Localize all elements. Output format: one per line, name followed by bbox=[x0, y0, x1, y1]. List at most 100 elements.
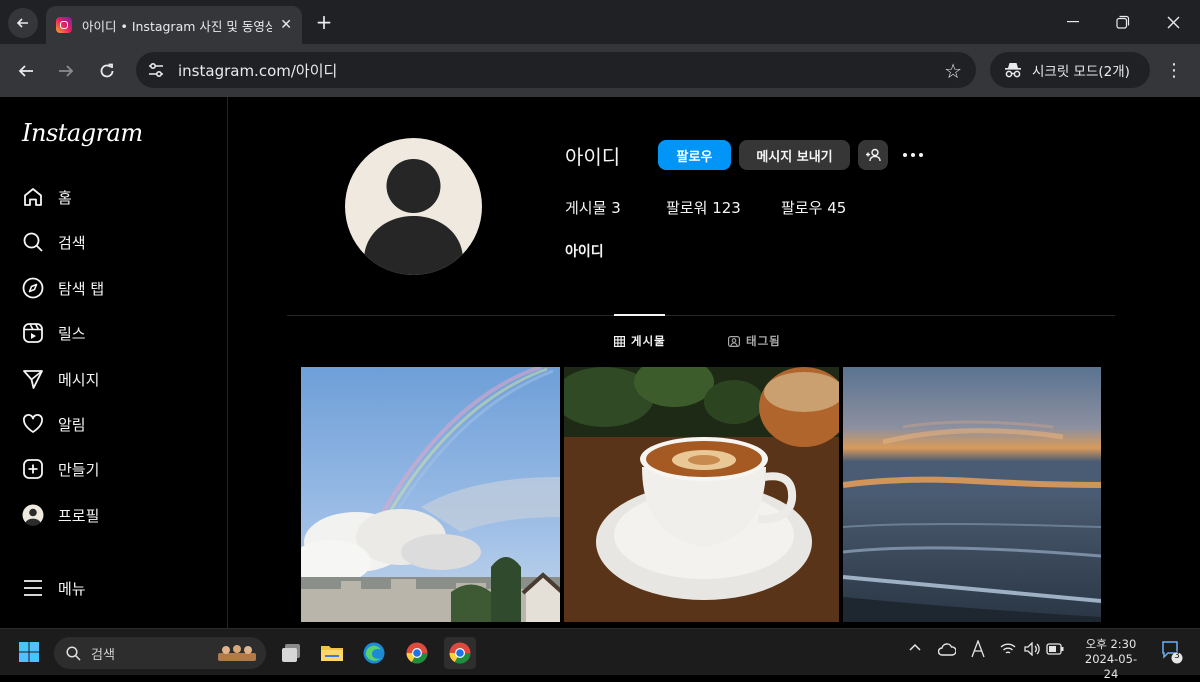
sidebar-item-label: 알림 bbox=[58, 415, 86, 434]
minimize-button[interactable] bbox=[1058, 8, 1088, 36]
profile-divider bbox=[287, 315, 1115, 316]
send-icon bbox=[22, 368, 44, 390]
restore-icon bbox=[1116, 15, 1130, 29]
notification-center-button[interactable]: 3 bbox=[1159, 638, 1183, 668]
bookmark-star-icon[interactable]: ☆ bbox=[944, 59, 962, 83]
post-thumbnail-latte[interactable] bbox=[564, 367, 839, 622]
site-settings-icon[interactable] bbox=[138, 52, 174, 88]
tab-label: 게시물 bbox=[631, 334, 666, 348]
reload-button[interactable] bbox=[92, 56, 122, 86]
clock-date: 2024-05-24 bbox=[1084, 652, 1138, 681]
new-tab-button[interactable]: + bbox=[312, 10, 336, 34]
edge-browser-button[interactable] bbox=[358, 637, 390, 669]
taskbar-search-box[interactable]: 검색 bbox=[54, 637, 266, 669]
browser-tab[interactable]: 아이디 • Instagram 사진 및 동영상 ✕ bbox=[46, 6, 302, 44]
browser-menu-button[interactable]: ⋮ bbox=[1162, 56, 1186, 86]
back-button[interactable] bbox=[11, 56, 41, 86]
posts-label: 게시물 bbox=[565, 199, 607, 217]
taskbar-clock[interactable]: 오후 2:30 2024-05-24 bbox=[1078, 637, 1144, 682]
sidebar-item-home[interactable]: 홈 bbox=[22, 182, 72, 212]
battery-button[interactable] bbox=[1046, 643, 1064, 659]
post-thumbnail-rainbow[interactable] bbox=[301, 367, 560, 622]
post-thumbnail-sunset[interactable] bbox=[843, 367, 1101, 622]
arrow-right-icon bbox=[59, 65, 74, 77]
tab-search-button[interactable] bbox=[8, 8, 38, 38]
windows-start-icon[interactable] bbox=[18, 641, 40, 663]
sidebar-item-explore[interactable]: 탐색 탭 bbox=[22, 273, 104, 303]
sidebar-item-label: 릴스 bbox=[58, 324, 86, 343]
sidebar-item-notifications[interactable]: 알림 bbox=[22, 409, 86, 439]
active-tab-indicator bbox=[614, 314, 665, 316]
reels-icon bbox=[22, 322, 44, 344]
file-explorer-button[interactable] bbox=[316, 637, 348, 669]
instagram-sidebar: Instagram 홈 검색 탐색 탭 릴스 메시지 알림 만들기 프로필 메뉴 bbox=[0, 97, 228, 628]
sidebar-item-messages[interactable]: 메시지 bbox=[22, 364, 99, 394]
follow-button[interactable]: 팔로우 bbox=[658, 140, 731, 170]
url-text[interactable]: instagram.com/아이디 bbox=[178, 60, 337, 81]
incognito-icon bbox=[1005, 63, 1021, 78]
close-tab-icon[interactable]: ✕ bbox=[280, 17, 292, 33]
speaker-icon bbox=[1024, 641, 1040, 657]
grid-icon bbox=[614, 335, 625, 347]
language-indicator[interactable] bbox=[971, 639, 985, 663]
show-hidden-icons-button[interactable] bbox=[909, 639, 921, 655]
task-view-button[interactable] bbox=[275, 637, 307, 669]
default-avatar-icon bbox=[364, 159, 463, 275]
home-icon bbox=[22, 186, 44, 208]
incognito-indicator[interactable]: 시크릿 모드(2개) bbox=[990, 52, 1150, 88]
more-options-button[interactable] bbox=[899, 140, 927, 170]
notification-count-badge: 3 bbox=[1174, 651, 1180, 661]
add-person-icon bbox=[866, 148, 881, 162]
tab-label: 태그됨 bbox=[746, 334, 781, 348]
close-window-button[interactable] bbox=[1158, 8, 1188, 36]
sidebar-item-label: 탐색 탭 bbox=[58, 279, 105, 298]
chrome-incognito-button[interactable] bbox=[444, 637, 476, 669]
network-button[interactable] bbox=[1000, 642, 1016, 660]
chrome-browser-button[interactable] bbox=[401, 637, 433, 669]
incognito-label: 시크릿 모드(2개) bbox=[1032, 64, 1130, 80]
close-icon bbox=[1167, 16, 1179, 28]
message-button[interactable]: 메시지 보내기 bbox=[739, 140, 850, 170]
followers-label: 팔로워 bbox=[666, 199, 708, 217]
heart-icon bbox=[22, 413, 44, 435]
following-label: 팔로우 bbox=[781, 199, 823, 217]
windows-taskbar: 검색 오후 2:30 2024-05-24 3 bbox=[0, 628, 1200, 681]
chrome-icon bbox=[449, 642, 471, 664]
plus-square-icon bbox=[22, 458, 44, 480]
reload-icon bbox=[100, 63, 114, 78]
address-bar[interactable]: instagram.com/아이디 ☆ bbox=[136, 52, 976, 88]
restore-button[interactable] bbox=[1108, 8, 1138, 36]
followers-count: 123 bbox=[712, 199, 741, 217]
cloud-icon bbox=[937, 643, 957, 656]
suggest-user-button[interactable] bbox=[858, 140, 888, 170]
chevron-up-icon bbox=[909, 643, 921, 651]
sidebar-item-create[interactable]: 만들기 bbox=[22, 454, 99, 484]
profile-full-name: 아이디 bbox=[565, 244, 604, 260]
instagram-logo[interactable]: Instagram bbox=[22, 119, 143, 147]
arrow-left-icon bbox=[18, 65, 33, 77]
browser-toolbar: instagram.com/아이디 ☆ 시크릿 모드(2개) ⋮ bbox=[0, 44, 1200, 97]
search-icon bbox=[66, 645, 81, 661]
volume-button[interactable] bbox=[1024, 641, 1040, 660]
wifi-icon bbox=[1000, 643, 1016, 654]
sidebar-menu-label: 메뉴 bbox=[58, 579, 86, 598]
folder-icon bbox=[321, 646, 343, 661]
followers-stat[interactable]: 팔로워 123 bbox=[666, 197, 741, 218]
sidebar-item-reels[interactable]: 릴스 bbox=[22, 318, 86, 348]
search-highlight-icon bbox=[218, 645, 256, 661]
task-view-icon bbox=[282, 644, 300, 662]
sidebar-item-label: 검색 bbox=[58, 233, 86, 252]
edge-icon bbox=[363, 642, 385, 664]
ime-icon bbox=[971, 639, 985, 658]
chrome-icon bbox=[406, 642, 428, 664]
tab-posts[interactable]: 게시물 bbox=[614, 333, 666, 349]
profile-avatar[interactable] bbox=[345, 138, 482, 275]
sidebar-menu-button[interactable]: 메뉴 bbox=[22, 573, 86, 603]
tab-tagged[interactable]: 태그됨 bbox=[728, 333, 781, 349]
forward-button[interactable] bbox=[51, 56, 81, 86]
weather-button[interactable] bbox=[937, 642, 957, 660]
sidebar-item-search[interactable]: 검색 bbox=[22, 227, 86, 257]
following-stat[interactable]: 팔로우 45 bbox=[781, 197, 846, 218]
sidebar-item-profile[interactable]: 프로필 bbox=[22, 500, 99, 530]
compass-icon bbox=[22, 277, 44, 299]
